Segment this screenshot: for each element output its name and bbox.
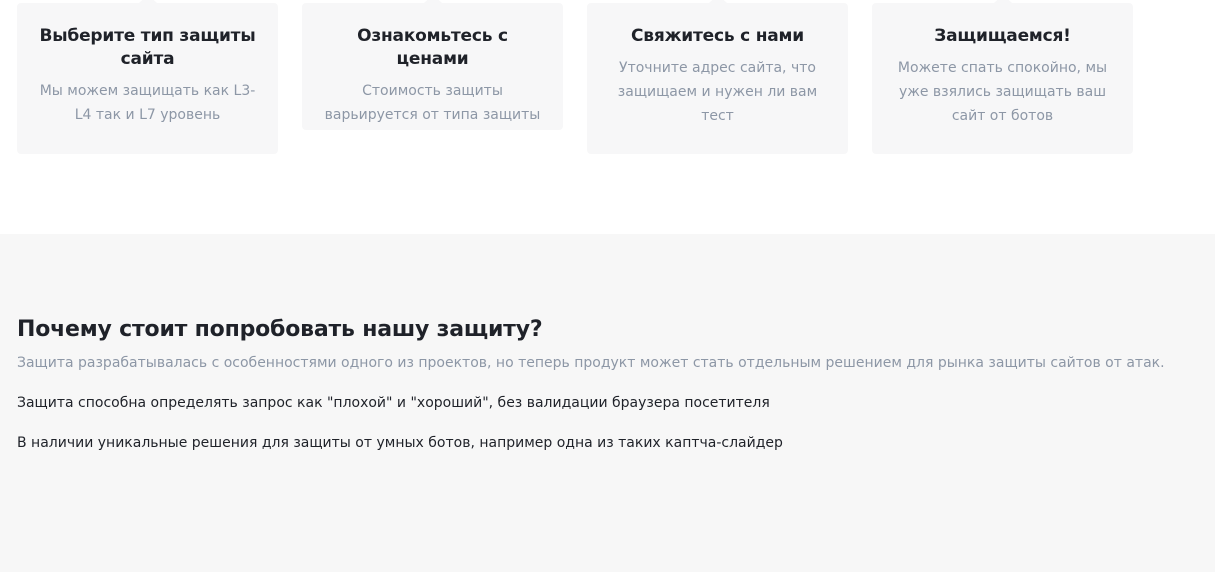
step-card-protected: Защищаемся! Можете спать спокойно, мы уж… bbox=[872, 0, 1133, 154]
why-section: Почему стоит попробовать нашу защиту? За… bbox=[0, 234, 1215, 572]
step-title: Ознакомьтесь с ценами bbox=[357, 26, 508, 69]
step-description: Стоимость защиты варьируется от типа защ… bbox=[324, 83, 541, 123]
step-card-prices: Ознакомьтесь с ценами Стоимость защиты в… bbox=[302, 0, 563, 130]
section-heading: Почему стоит попробовать нашу защиту? bbox=[17, 317, 543, 342]
step-description: Можете спать спокойно, мы уже взялись за… bbox=[897, 60, 1108, 124]
step-card-contact: Свяжитесь с нами Уточните адрес сайта, ч… bbox=[587, 0, 848, 154]
step-title: Выберите тип защиты сайта bbox=[39, 26, 256, 69]
step-title: Свяжитесь с нами bbox=[631, 26, 804, 46]
section-lead: Защита разрабатывалась с особенностями о… bbox=[17, 355, 1165, 371]
feature-point-validation: Защита способна определять запрос как "п… bbox=[17, 395, 770, 411]
step-title: Защищаемся! bbox=[934, 26, 1071, 46]
step-description: Уточните адрес сайта, что защищаем и нуж… bbox=[617, 60, 818, 124]
step-card-choose-type: Выберите тип защиты сайта Мы можем защищ… bbox=[17, 0, 278, 154]
steps-section: Выберите тип защиты сайта Мы можем защищ… bbox=[0, 0, 1215, 234]
feature-point-captcha: В наличии уникальные решения для защиты … bbox=[17, 435, 783, 451]
step-description: Мы можем защищать как L3-L4 так и L7 уро… bbox=[39, 83, 256, 123]
